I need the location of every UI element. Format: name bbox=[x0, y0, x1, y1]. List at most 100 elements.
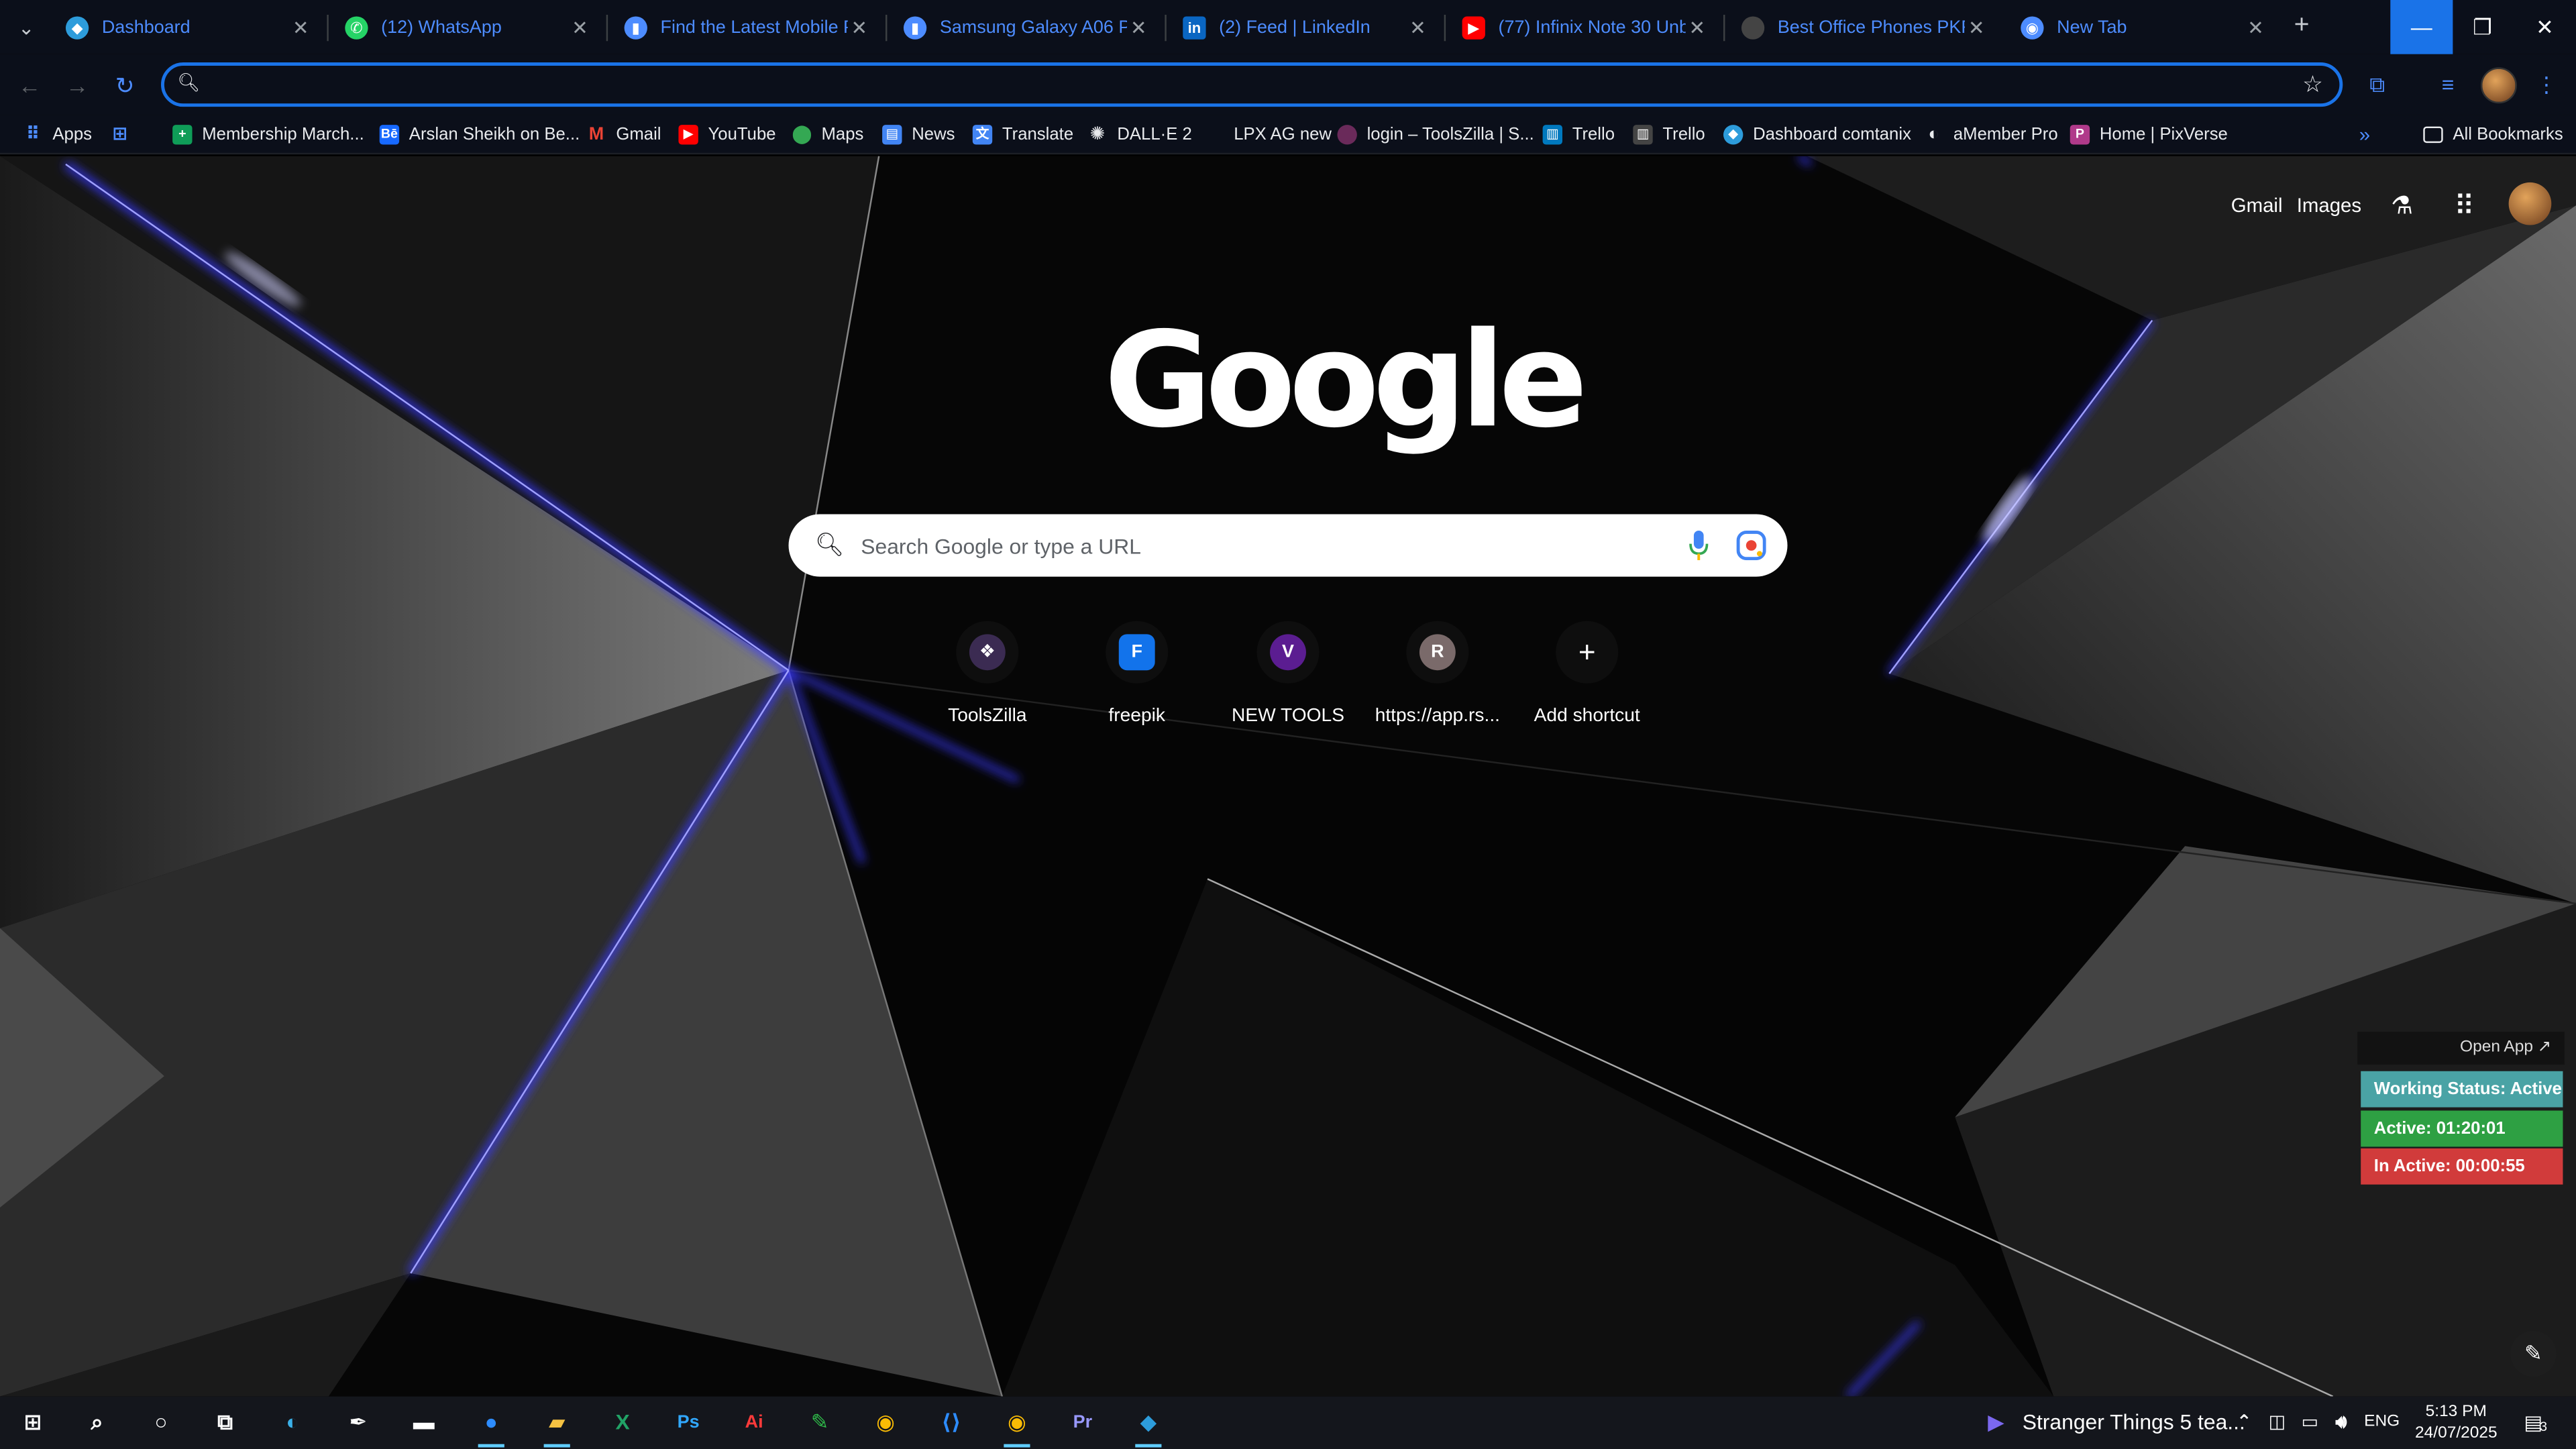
tab-dashboard[interactable]: ◆ Dashboard ✕ bbox=[52, 7, 325, 50]
bookmark-star-icon[interactable]: ☆ bbox=[2302, 70, 2323, 99]
tab-new-tab[interactable]: ◉ New Tab ✕ bbox=[2008, 7, 2281, 50]
tab-linkedin[interactable]: in (2) Feed | LinkedIn ✕ bbox=[1170, 7, 1443, 50]
close-icon[interactable]: ✕ bbox=[1965, 16, 1988, 39]
bookmark-maps[interactable]: ⬤ Maps bbox=[792, 120, 863, 150]
bookmark-tab-groups[interactable]: ⊞ bbox=[110, 120, 140, 150]
cortana-icon[interactable]: ○ bbox=[142, 1405, 181, 1441]
images-link[interactable]: Images bbox=[2297, 194, 2361, 217]
close-icon[interactable]: ✕ bbox=[2244, 16, 2267, 39]
plus-icon: + bbox=[1578, 635, 1596, 669]
add-shortcut-button[interactable]: + Add shortcut bbox=[1513, 621, 1661, 753]
premiere-icon[interactable]: Pr bbox=[1063, 1405, 1103, 1441]
bookmark-translate[interactable]: 文 Translate bbox=[972, 120, 1074, 150]
bookmark-lpx[interactable]: LPX AG new bbox=[1204, 120, 1332, 150]
open-app-button[interactable]: Open App ↗ bbox=[2357, 1031, 2565, 1065]
zoom-icon[interactable]: ● bbox=[472, 1405, 511, 1448]
volume-icon[interactable]: 🔊︎ bbox=[2321, 1405, 2361, 1441]
close-icon[interactable]: ✕ bbox=[289, 16, 312, 39]
more-menu-icon[interactable]: ⋮ bbox=[2530, 69, 2563, 102]
bookmark-apps[interactable]: ⠿ Apps bbox=[23, 120, 92, 150]
voice-search-icon[interactable] bbox=[1689, 531, 1709, 561]
gmail-icon: M bbox=[588, 125, 604, 145]
search-input[interactable] bbox=[857, 531, 1646, 561]
media-title[interactable]: Stranger Things 5 tea... bbox=[2023, 1409, 2245, 1434]
google-apps-icon[interactable]: ⠿ bbox=[2447, 189, 2483, 225]
address-bar[interactable]: 🔍︎ ☆ bbox=[161, 62, 2343, 107]
reading-list-icon[interactable]: ≡ bbox=[2432, 69, 2465, 102]
app-green-icon[interactable]: ✎ bbox=[800, 1405, 840, 1441]
shortcut-new-tools[interactable]: V NEW TOOLS bbox=[1214, 621, 1362, 753]
bookmark-youtube[interactable]: ▶ YouTube bbox=[678, 120, 776, 150]
system-clock[interactable]: 5:13 PM 24/07/2025 bbox=[2415, 1401, 2498, 1444]
minimize-button[interactable]: — bbox=[2390, 0, 2453, 54]
illustrator-icon[interactable]: Ai bbox=[735, 1405, 774, 1441]
windows-start-icon[interactable]: ⊞ bbox=[13, 1405, 53, 1441]
tab-search-button[interactable]: ⌄ bbox=[10, 11, 43, 44]
account-avatar[interactable] bbox=[2508, 182, 2552, 225]
edge-icon[interactable]: ◐ bbox=[273, 1405, 313, 1441]
gmail-link[interactable]: Gmail bbox=[2231, 194, 2283, 217]
all-bookmarks-button[interactable]: All Bookmarks bbox=[2423, 120, 2563, 150]
labs-flask-icon[interactable]: ⚗ bbox=[2383, 189, 2420, 225]
tab-whatsapp[interactable]: ✆ (12) WhatsApp ✕ bbox=[332, 7, 605, 50]
excel-icon[interactable]: X bbox=[603, 1405, 643, 1441]
close-icon[interactable]: ✕ bbox=[568, 16, 591, 39]
bookmark-label: Translate bbox=[1002, 125, 1074, 145]
bookmarks-overflow-button[interactable]: » bbox=[2359, 120, 2370, 150]
bookmark-label: Dashboard comtanix bbox=[1753, 125, 1911, 145]
comtanix-icon[interactable]: ◆ bbox=[1128, 1405, 1168, 1448]
terminal-icon[interactable]: ▬ bbox=[404, 1405, 443, 1441]
bookmark-dalle[interactable]: ✺ DALL·E 2 bbox=[1087, 120, 1192, 150]
pen-icon[interactable]: ✒ bbox=[338, 1405, 378, 1441]
bookmarks-bar: ⠿ Apps ⊞ + Membership March... Bē Arslan… bbox=[0, 115, 2576, 155]
phone-icon: ▮ bbox=[624, 16, 647, 40]
bookmark-amember[interactable]: ◐ aMember Pro bbox=[1924, 120, 2057, 150]
bookmark-dashboard-comtanix[interactable]: ◆ Dashboard comtanix bbox=[1723, 120, 1911, 150]
language-indicator[interactable]: ENG bbox=[2364, 1413, 2400, 1431]
forward-button[interactable]: → bbox=[61, 69, 94, 102]
bookmark-gmail[interactable]: M Gmail bbox=[586, 120, 661, 150]
search-box[interactable]: 🔍︎ bbox=[788, 514, 1788, 577]
freepik-icon: F bbox=[1118, 634, 1155, 671]
tab-office-phones[interactable]: Best Office Phones PKR 3 ✕ bbox=[1728, 7, 2001, 50]
back-button[interactable]: ← bbox=[13, 69, 46, 102]
bookmark-news[interactable]: ▤ News bbox=[882, 120, 955, 150]
profile-avatar[interactable] bbox=[2480, 67, 2517, 104]
media-play-icon[interactable]: ▶ bbox=[1976, 1405, 2016, 1441]
bookmark-trello-1[interactable]: ▥ Trello bbox=[1542, 120, 1615, 150]
bookmark-label: DALL·E 2 bbox=[1117, 125, 1192, 145]
task-view-icon[interactable]: ⧉ bbox=[205, 1405, 245, 1441]
address-input[interactable] bbox=[207, 68, 2277, 101]
tab-samsung[interactable]: ▮ Samsung Galaxy A06 Pric ✕ bbox=[890, 7, 1163, 50]
photoshop-icon[interactable]: Ps bbox=[669, 1405, 708, 1441]
bookmark-behance[interactable]: Bē Arslan Sheikh on Be... bbox=[379, 120, 580, 150]
restore-button[interactable]: ❐ bbox=[2451, 0, 2514, 54]
close-icon[interactable]: ✕ bbox=[1127, 16, 1150, 39]
new-tab-button[interactable]: + bbox=[2286, 10, 2318, 43]
reload-button[interactable]: ↻ bbox=[109, 69, 142, 102]
chrome-icon[interactable]: ◉ bbox=[866, 1405, 906, 1441]
shortcut-toolszilla[interactable]: ❖ ToolsZilla bbox=[914, 621, 1061, 753]
close-window-button[interactable]: ✕ bbox=[2514, 0, 2576, 54]
customize-pencil-icon[interactable]: ✎ bbox=[2510, 1330, 2557, 1377]
vscode-icon[interactable]: ⟨⟩ bbox=[932, 1405, 971, 1441]
shortcut-app-rs[interactable]: R https://app.rs... bbox=[1364, 621, 1511, 753]
bookmark-pixverse[interactable]: P Home | PixVerse bbox=[2070, 120, 2228, 150]
tab-youtube[interactable]: ▶ (77) Infinix Note 30 Unbo ✕ bbox=[1449, 7, 1722, 50]
chrome-active-icon[interactable]: ◉ bbox=[998, 1405, 1037, 1448]
blank-icon bbox=[1204, 125, 1224, 144]
close-icon[interactable]: ✕ bbox=[1406, 16, 1429, 39]
extensions-icon[interactable]: ⧉ bbox=[2361, 69, 2394, 102]
bookmark-membership[interactable]: + Membership March... bbox=[172, 120, 364, 150]
file-explorer-icon[interactable]: ▰ bbox=[537, 1405, 577, 1448]
close-icon[interactable]: ✕ bbox=[1686, 16, 1709, 39]
close-icon[interactable]: ✕ bbox=[848, 16, 871, 39]
shortcut-freepik[interactable]: F freepik bbox=[1063, 621, 1211, 753]
bookmark-toolszilla[interactable]: login – ToolsZilla | S... bbox=[1337, 120, 1534, 150]
bookmark-trello-2[interactable]: ▥ Trello bbox=[1633, 120, 1705, 150]
bookmark-label: YouTube bbox=[708, 125, 776, 145]
bookmark-label: All Bookmarks bbox=[2453, 125, 2563, 145]
search-icon[interactable]: ⌕ bbox=[77, 1405, 117, 1441]
tab-mobile-prices[interactable]: ▮ Find the Latest Mobile Pri ✕ bbox=[611, 7, 884, 50]
lens-search-icon[interactable] bbox=[1736, 531, 1766, 561]
